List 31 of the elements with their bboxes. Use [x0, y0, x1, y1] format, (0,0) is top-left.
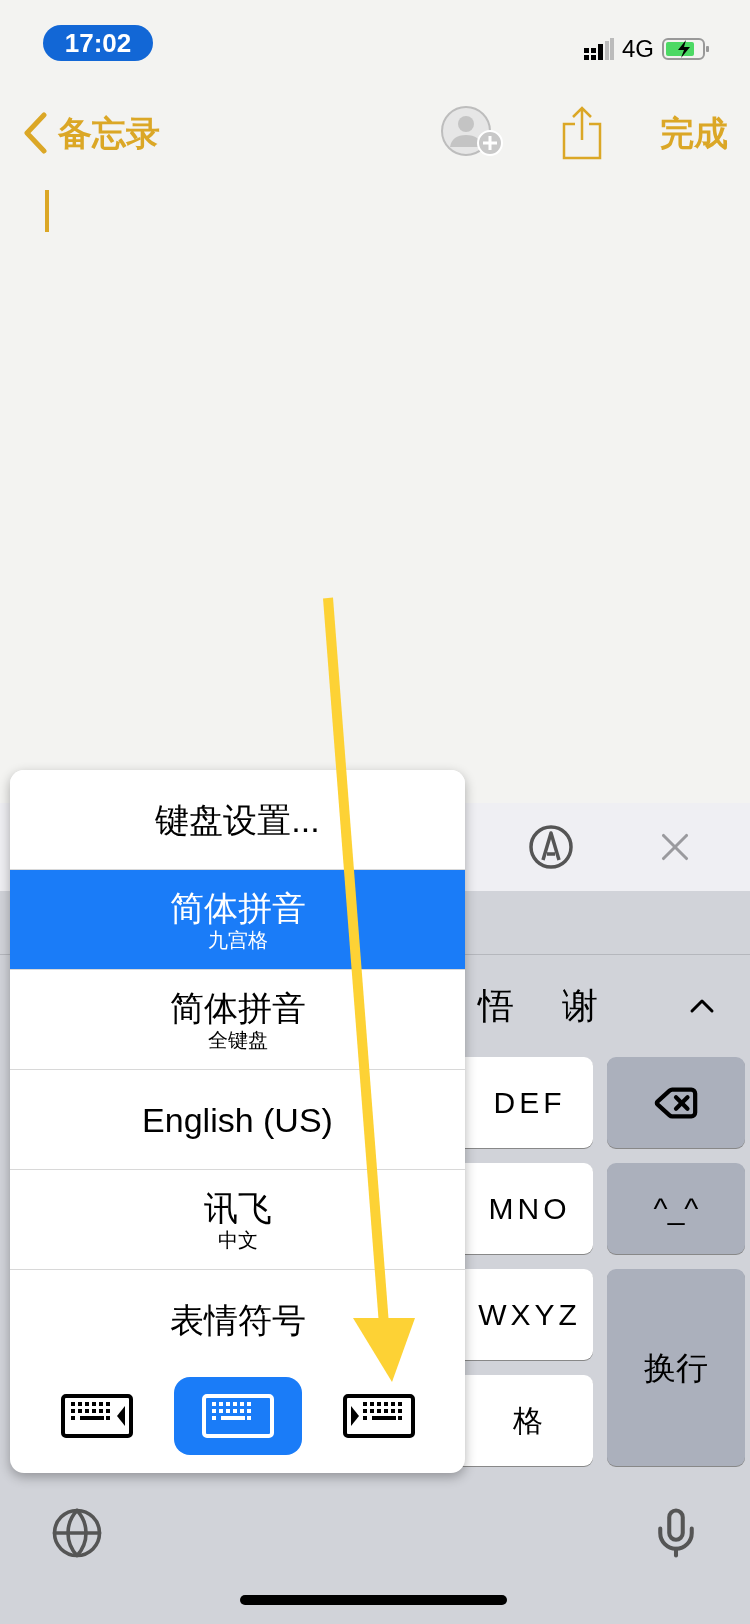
- delete-key[interactable]: [607, 1057, 745, 1148]
- menu-item-label: 表情符号: [169, 1300, 306, 1340]
- network-label: 4G: [622, 34, 654, 64]
- menu-item-sublabel: 九宫格: [207, 927, 268, 952]
- menu-item-label: English (US): [142, 1099, 333, 1140]
- keyboard-icon: [60, 1393, 133, 1438]
- chevron-left-icon: [22, 112, 48, 154]
- candidate-word[interactable]: 悟: [478, 979, 514, 1033]
- globe-icon[interactable]: [50, 1506, 104, 1560]
- menu-item[interactable]: 表情符号: [10, 1270, 465, 1370]
- markup-pen-icon[interactable]: [528, 824, 574, 870]
- menu-item-label: 简体拼音: [169, 987, 306, 1028]
- keyboard-icon: [342, 1393, 415, 1438]
- status-time: 17:02: [43, 25, 153, 61]
- signal-icon: [584, 38, 614, 60]
- menu-item-label: 简体拼音: [169, 887, 306, 928]
- battery-charging-icon: [662, 37, 710, 61]
- candidate-word[interactable]: 谢: [562, 979, 598, 1033]
- menu-item[interactable]: 简体拼音 全键盘: [10, 970, 465, 1070]
- menu-item[interactable]: English (US): [10, 1070, 465, 1170]
- text-cursor: [45, 190, 49, 232]
- menu-item[interactable]: 简体拼音 九宫格: [10, 870, 465, 970]
- menu-item-label: 讯飞: [203, 1187, 272, 1228]
- emoticon-key[interactable]: ^_^: [607, 1163, 745, 1254]
- menu-item-label: 键盘设置...: [155, 799, 320, 840]
- menu-item-sublabel: 全键盘: [207, 1027, 268, 1052]
- menu-item[interactable]: 讯飞 中文: [10, 1170, 465, 1270]
- return-key[interactable]: 换行: [607, 1269, 745, 1466]
- keyboard-icon: [201, 1393, 274, 1438]
- menu-item[interactable]: 键盘设置...: [10, 770, 465, 870]
- menu-item-sublabel: 中文: [217, 1227, 258, 1252]
